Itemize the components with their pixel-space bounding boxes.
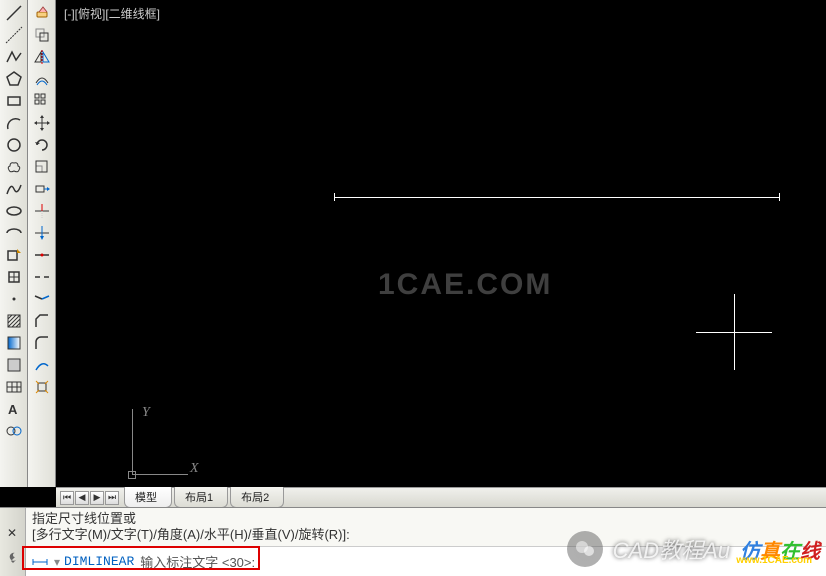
rotate-icon[interactable] — [30, 134, 54, 156]
ucs-x-label: X — [190, 461, 199, 477]
mirror-icon[interactable] — [30, 46, 54, 68]
tab-scroll-next[interactable]: ▶ — [90, 491, 104, 505]
tab-scroll-first[interactable]: ⏮ — [60, 491, 74, 505]
command-name: DIMLINEAR — [64, 554, 134, 569]
gradient-icon[interactable] — [2, 332, 26, 354]
dimension-extension-left — [334, 193, 335, 201]
1cae-url: www.1CAE.com — [736, 555, 812, 566]
explode-icon[interactable] — [30, 376, 54, 398]
wrench-icon[interactable] — [4, 550, 20, 566]
dimension-line — [334, 197, 780, 198]
close-icon[interactable]: ✕ — [4, 526, 20, 542]
blend-icon[interactable] — [30, 354, 54, 376]
region-icon[interactable] — [2, 354, 26, 376]
ellipse-icon[interactable] — [2, 200, 26, 222]
modify-toolbar — [28, 0, 56, 487]
tab-model[interactable]: 模型 — [124, 487, 172, 508]
mtext-icon[interactable]: A — [2, 398, 26, 420]
layout-tab-bar: ⏮ ◀ ▶ ⏭ 模型 布局1 布局2 — [56, 487, 826, 507]
ucs-y-label: Y — [142, 405, 150, 421]
add-selected-icon[interactable] — [2, 420, 26, 442]
watermark-text: 1CAE.COM — [378, 268, 552, 302]
wechat-icon — [567, 531, 603, 567]
svg-text:A: A — [8, 402, 18, 417]
break-icon[interactable] — [30, 266, 54, 288]
cad-tutorial-watermark: CAD教程Au — [613, 533, 730, 565]
dimlinear-icon — [32, 555, 48, 569]
ucs-icon: Y X — [132, 405, 192, 475]
rectangle-icon[interactable] — [2, 90, 26, 112]
offset-icon[interactable] — [30, 68, 54, 90]
hatch-icon[interactable] — [2, 310, 26, 332]
construction-line-icon[interactable] — [2, 24, 26, 46]
left-toolbars: A — [0, 0, 56, 487]
command-grip[interactable]: ✕ — [0, 508, 26, 576]
point-icon[interactable] — [2, 288, 26, 310]
chamfer-icon[interactable] — [30, 310, 54, 332]
table-icon[interactable] — [2, 376, 26, 398]
crosshair-vertical — [734, 294, 735, 370]
circle-icon[interactable] — [2, 134, 26, 156]
move-icon[interactable] — [30, 112, 54, 134]
fillet-icon[interactable] — [30, 332, 54, 354]
dimension-extension-right — [779, 193, 780, 201]
revision-cloud-icon[interactable] — [2, 156, 26, 178]
tab-layout1[interactable]: 布局1 — [174, 487, 228, 508]
copy-icon[interactable] — [30, 24, 54, 46]
command-prompt: 输入标注文字 <30>: — [140, 552, 255, 571]
tab-layout2[interactable]: 布局2 — [230, 487, 284, 508]
tab-scroll-last[interactable]: ⏭ — [105, 491, 119, 505]
array-icon[interactable] — [30, 90, 54, 112]
spline-icon[interactable] — [2, 178, 26, 200]
draw-toolbar: A — [0, 0, 28, 487]
ellipse-arc-icon[interactable] — [2, 222, 26, 244]
polygon-icon[interactable] — [2, 68, 26, 90]
scale-icon[interactable] — [30, 156, 54, 178]
stretch-icon[interactable] — [30, 178, 54, 200]
tab-scroll-prev[interactable]: ◀ — [75, 491, 89, 505]
polyline-icon[interactable] — [2, 46, 26, 68]
erase-icon[interactable] — [30, 2, 54, 24]
viewport-label[interactable]: [-][俯视][二维线框] — [64, 5, 160, 22]
trim-icon[interactable] — [30, 200, 54, 222]
extend-icon[interactable] — [30, 222, 54, 244]
insert-block-icon[interactable] — [2, 244, 26, 266]
overlay-watermarks: CAD教程Au 仿真在线 www.1CAE.com — [567, 531, 820, 567]
drawing-viewport[interactable]: [-][俯视][二维线框] 1CAE.COM Y X — [56, 0, 826, 487]
join-icon[interactable] — [30, 288, 54, 310]
line-icon[interactable] — [2, 2, 26, 24]
arc-icon[interactable] — [2, 112, 26, 134]
make-block-icon[interactable] — [2, 266, 26, 288]
break-at-point-icon[interactable] — [30, 244, 54, 266]
history-line-1: 指定尺寸线位置或 — [32, 511, 820, 527]
